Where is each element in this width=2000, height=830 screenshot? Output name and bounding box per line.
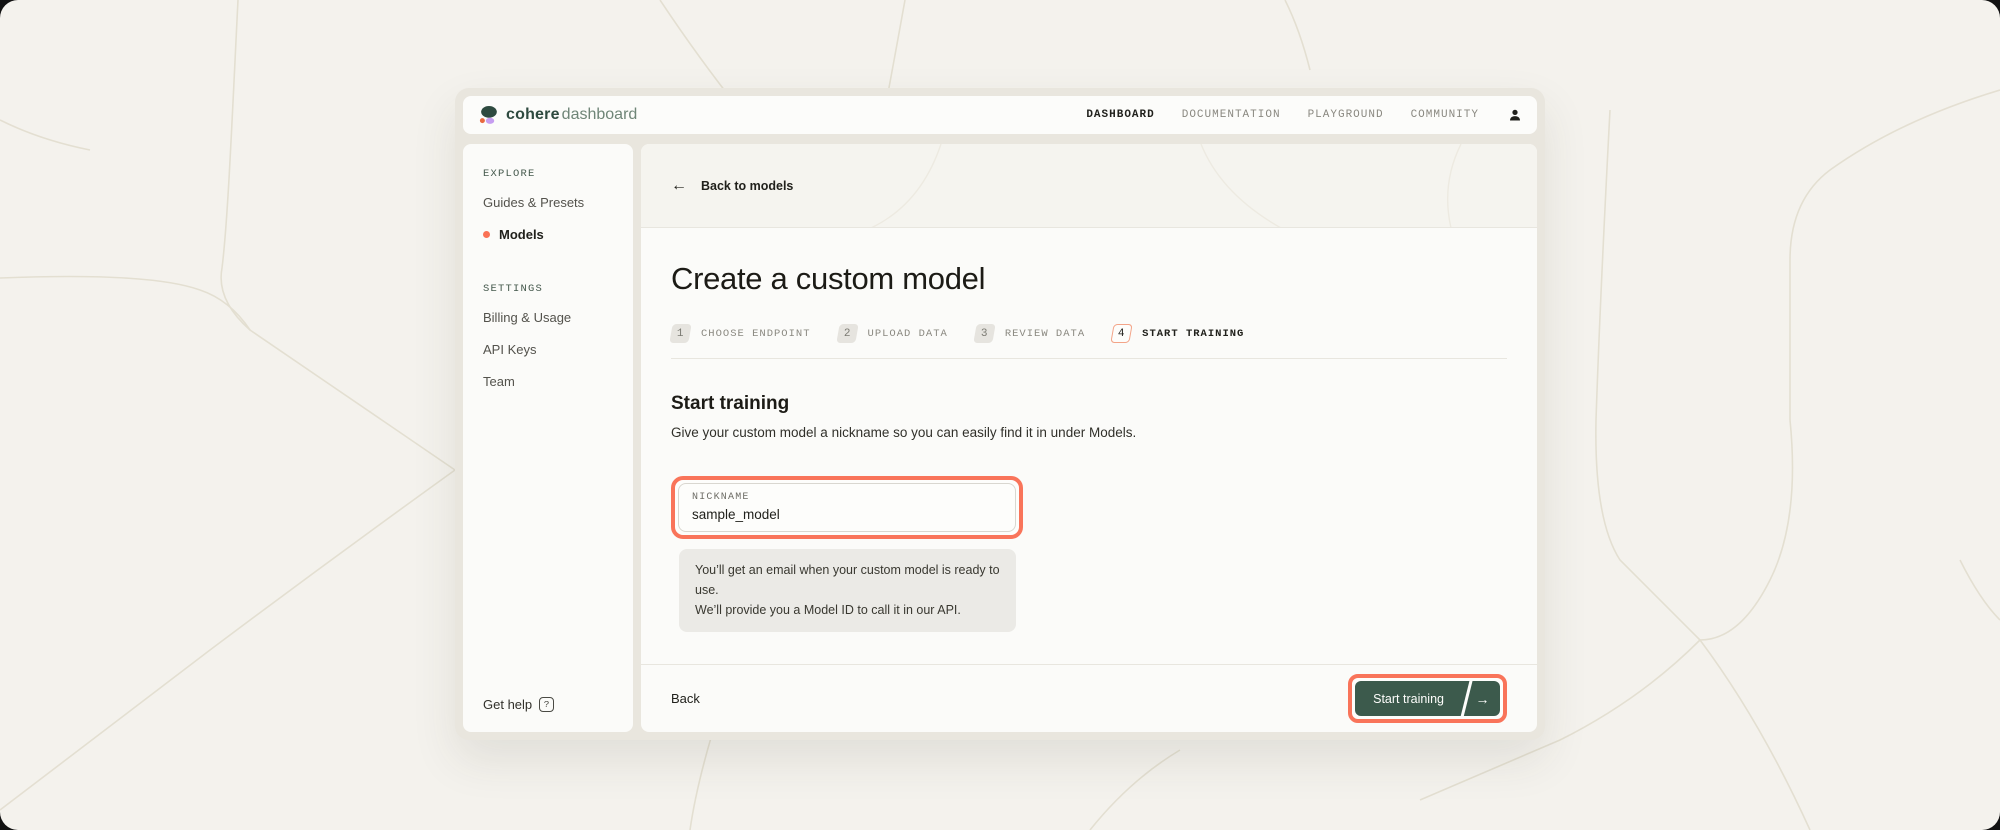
screen: coheredashboard DASHBOARD DOCUMENTATION … (0, 0, 2000, 830)
nickname-field-label: NICKNAME (692, 492, 1002, 503)
back-arrow-icon: ← (671, 178, 687, 194)
user-account-icon[interactable] (1508, 108, 1522, 122)
step-choose-endpoint[interactable]: 1 CHOOSE ENDPOINT (671, 324, 811, 343)
sidebar-item-models[interactable]: Models (483, 227, 613, 242)
start-training-button-label: Start training (1355, 692, 1465, 706)
email-info-note-line2: We’ll provide you a Model ID to call it … (695, 600, 1000, 620)
main-content: Create a custom model 1 CHOOSE ENDPOINT … (641, 228, 1537, 664)
sidebar-item-billing-usage[interactable]: Billing & Usage (483, 310, 613, 325)
section-description: Give your custom model a nickname so you… (671, 425, 1507, 440)
nickname-field-value[interactable]: sample_model (692, 507, 1002, 522)
main-footer: Back Start training → (641, 664, 1537, 732)
step-start-training[interactable]: 4 START TRAINING (1112, 324, 1244, 343)
step-review-data[interactable]: 3 REVIEW DATA (975, 324, 1085, 343)
page-title: Create a custom model (671, 261, 1507, 297)
step-4-label: START TRAINING (1142, 328, 1244, 340)
back-to-models-label: Back to models (701, 179, 793, 193)
logo-brand-text: cohere (506, 106, 560, 123)
section-heading: Start training (671, 393, 1507, 415)
step-2-badge: 2 (836, 324, 858, 343)
main-panel: ← Back to models Create a custom model 1… (641, 144, 1537, 732)
step-2-label: UPLOAD DATA (868, 328, 948, 340)
step-1-label: CHOOSE ENDPOINT (701, 328, 811, 340)
nav-item-dashboard[interactable]: DASHBOARD (1086, 109, 1154, 121)
email-info-note: You’ll get an email when your custom mod… (679, 549, 1016, 632)
step-upload-data[interactable]: 2 UPLOAD DATA (838, 324, 948, 343)
logo-product-text: dashboard (562, 106, 638, 123)
sidebar-section-explore: EXPLORE (483, 168, 613, 180)
sidebar: EXPLORE Guides & Presets Models SETTINGS… (463, 144, 633, 732)
steps-divider (671, 358, 1507, 359)
start-training-button[interactable]: Start training → (1355, 681, 1500, 716)
step-3-badge: 3 (973, 324, 995, 343)
main-header-strip: ← Back to models (641, 144, 1537, 228)
nav-item-community[interactable]: COMMUNITY (1411, 109, 1479, 121)
sidebar-item-models-label: Models (499, 227, 544, 242)
nav-item-playground[interactable]: PLAYGROUND (1308, 109, 1384, 121)
email-info-note-line1: You’ll get an email when your custom mod… (695, 560, 1000, 600)
cohere-logo-icon (478, 105, 499, 126)
get-help-label: Get help (483, 697, 532, 712)
start-training-highlight-ring: Start training → (1348, 674, 1507, 723)
help-question-icon: ? (539, 697, 554, 712)
back-to-models-link[interactable]: ← Back to models (671, 178, 793, 194)
active-item-dot-icon (483, 231, 490, 238)
top-nav: DASHBOARD DOCUMENTATION PLAYGROUND COMMU… (1086, 108, 1522, 122)
step-3-label: REVIEW DATA (1005, 328, 1085, 340)
panels-row: EXPLORE Guides & Presets Models SETTINGS… (463, 144, 1537, 732)
sidebar-section-settings: SETTINGS (483, 283, 613, 295)
step-4-badge: 4 (1110, 324, 1132, 343)
nickname-field[interactable]: NICKNAME sample_model (678, 483, 1016, 532)
get-help-link[interactable]: Get help ? (483, 697, 554, 712)
sidebar-item-team[interactable]: Team (483, 374, 613, 389)
footer-back-button[interactable]: Back (671, 691, 700, 706)
nav-item-documentation[interactable]: DOCUMENTATION (1182, 109, 1281, 121)
cohere-logo[interactable]: coheredashboard (478, 105, 637, 126)
sidebar-section-gap (483, 259, 613, 283)
stepper: 1 CHOOSE ENDPOINT 2 UPLOAD DATA 3 REVIEW… (671, 324, 1507, 343)
app-window: coheredashboard DASHBOARD DOCUMENTATION … (455, 88, 1545, 740)
sidebar-item-api-keys[interactable]: API Keys (483, 342, 613, 357)
nickname-highlight-ring: NICKNAME sample_model (671, 476, 1023, 539)
step-1-badge: 1 (669, 324, 691, 343)
sidebar-item-guides-presets[interactable]: Guides & Presets (483, 195, 613, 210)
top-bar: coheredashboard DASHBOARD DOCUMENTATION … (463, 96, 1537, 134)
